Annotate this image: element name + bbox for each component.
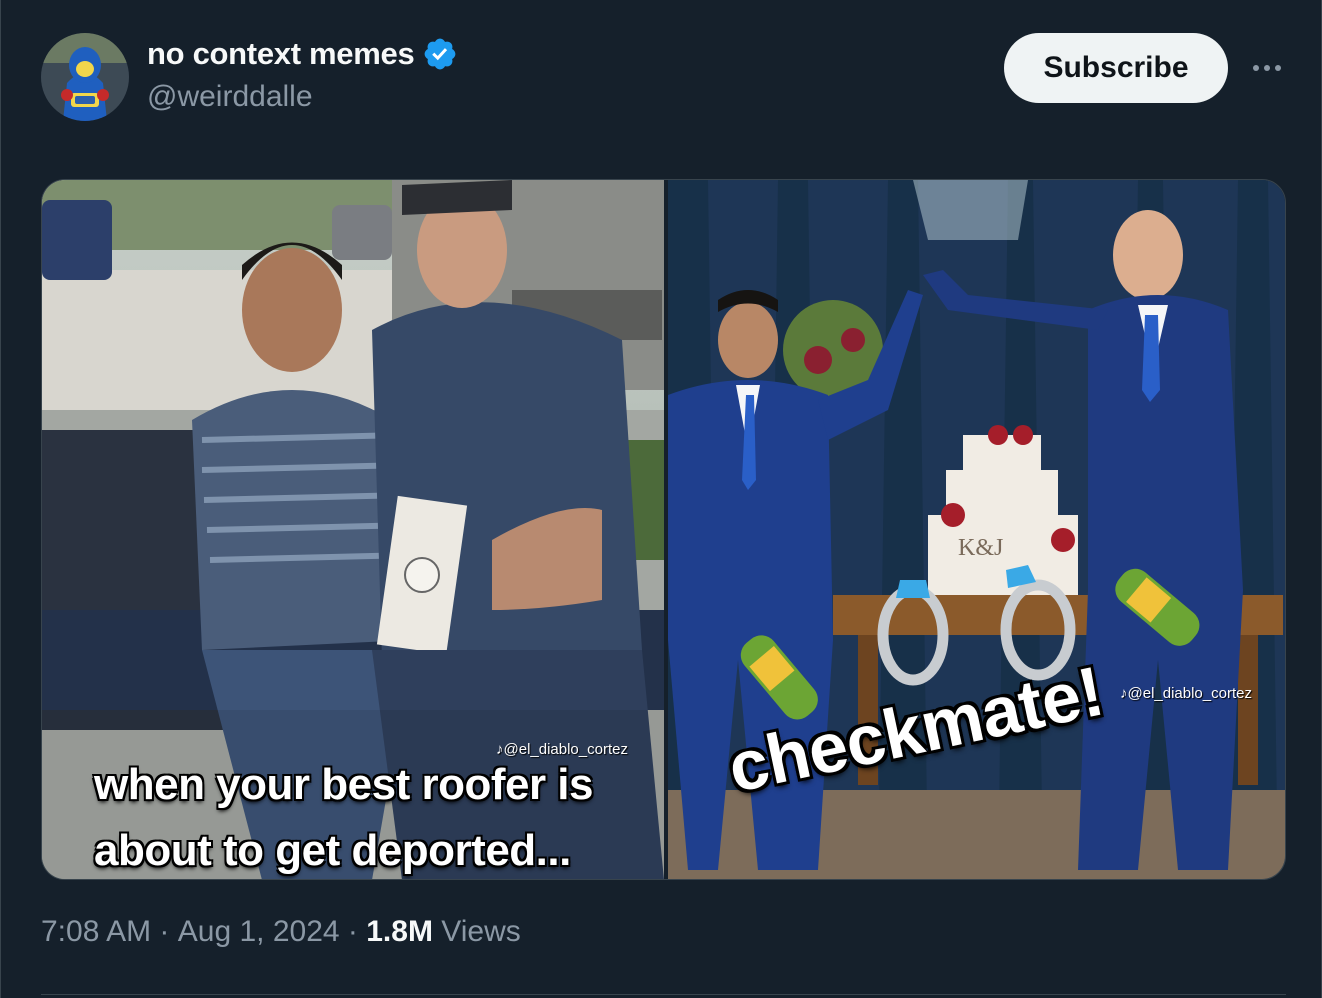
- verified-badge-icon[interactable]: [422, 36, 458, 72]
- tweet-media[interactable]: ♪@el_diablo_cortez when your best roofer…: [41, 179, 1286, 880]
- divider-line: [41, 994, 1286, 995]
- media-photo-left[interactable]: ♪@el_diablo_cortez when your best roofer…: [42, 180, 664, 879]
- avatar-image: [41, 33, 129, 121]
- separator: ·: [151, 915, 178, 948]
- meme-caption-line2: about to get deported...: [94, 826, 571, 875]
- author-name-row: no context memes: [147, 36, 458, 72]
- views-label: Views: [432, 915, 521, 948]
- cake-monogram: K&J: [958, 535, 1003, 561]
- meme-caption-line1: when your best roofer is: [94, 760, 593, 809]
- meme-caption: when your best roofer is about to get de…: [94, 752, 593, 879]
- views-count: 1.8M: [366, 915, 433, 948]
- separator: ·: [339, 915, 367, 948]
- media-photo-right[interactable]: K&J ♪@el_diablo_cortez checkmate!: [668, 180, 1285, 879]
- tweet-meta: 7:08 AM · Aug 1, 2024 · 1.8M Views: [41, 915, 521, 949]
- more-options-icon[interactable]: [1247, 50, 1287, 86]
- subscribe-button[interactable]: Subscribe: [1004, 33, 1228, 103]
- display-name[interactable]: no context memes: [147, 36, 415, 72]
- author-handle[interactable]: @weirddalle: [147, 80, 313, 114]
- tweet-time[interactable]: 7:08 AM: [41, 915, 151, 949]
- watermark: ♪@el_diablo_cortez: [1120, 685, 1252, 702]
- tweet: no context memes @weirddalle Subscribe ♪…: [0, 0, 1322, 998]
- tweet-date[interactable]: Aug 1, 2024: [178, 915, 340, 949]
- avatar[interactable]: [41, 33, 129, 121]
